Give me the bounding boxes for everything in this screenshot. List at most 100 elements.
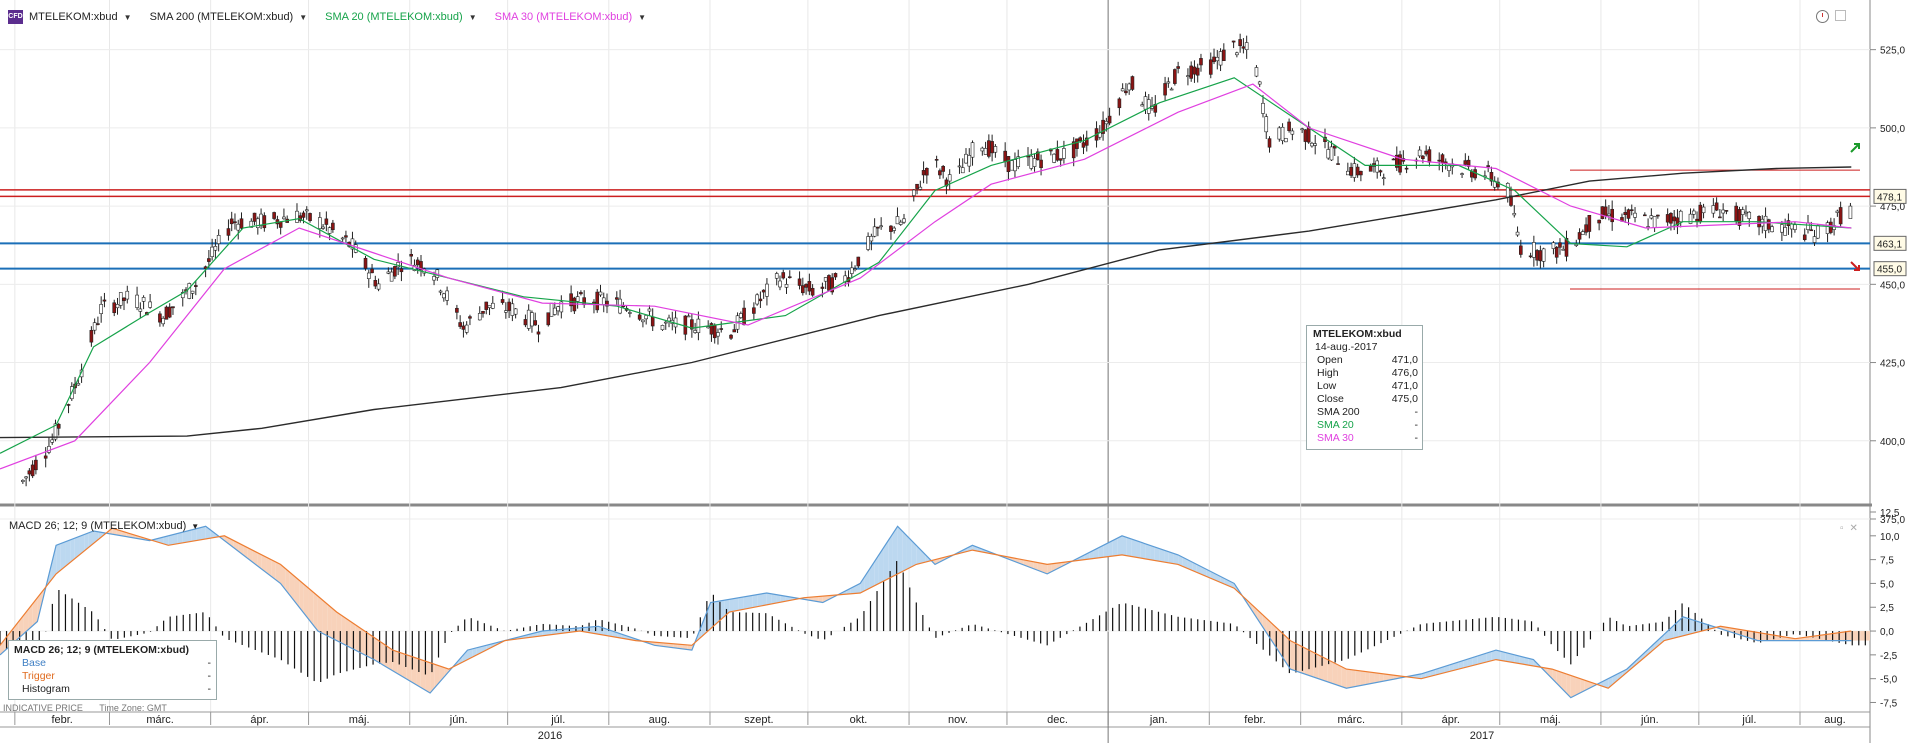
candle-body [1643, 214, 1647, 217]
macd-fill [1832, 632, 1838, 641]
candle-body [1287, 121, 1291, 131]
candle-body [112, 302, 117, 314]
candle-body [1199, 58, 1203, 66]
macd-fill [56, 543, 61, 574]
candle-body [1581, 231, 1585, 236]
candle-body [1186, 75, 1190, 77]
macd-fill [897, 526, 903, 574]
candle-body [370, 268, 374, 274]
candle-body [647, 308, 652, 312]
candle-body [308, 213, 312, 222]
candle-body [660, 325, 665, 331]
candle-body [1802, 234, 1807, 241]
tooltip-row-sma30: SMA 30- [1317, 432, 1418, 444]
chevron-down-icon[interactable]: ▼ [638, 13, 646, 22]
window-icon[interactable] [1835, 10, 1846, 21]
candle-body [1189, 65, 1193, 79]
candle-body [1437, 159, 1442, 162]
candle-body [1656, 214, 1660, 217]
chevron-down-icon[interactable]: ▼ [299, 13, 307, 22]
tooltip-date: 14-aug.-2017 [1315, 341, 1378, 353]
candle-body [1264, 116, 1269, 133]
chevron-down-icon[interactable]: ▼ [191, 522, 199, 531]
macd-fill [388, 646, 393, 671]
macd-fill [1290, 640, 1295, 671]
candle-body [1013, 159, 1017, 172]
candle-body [1009, 160, 1014, 171]
candle-body [1714, 202, 1719, 211]
candle-body [801, 285, 805, 294]
candle-body [233, 221, 237, 224]
price-type-label: INDICATIVE PRICE [3, 703, 83, 713]
macd-fill [748, 595, 753, 609]
candle-body [889, 225, 893, 232]
candle-body [1558, 242, 1562, 248]
candle-body [637, 314, 642, 320]
candle-body [1267, 138, 1272, 148]
chart-svg[interactable]: febr. márc. ápr. máj. jún. júl. aug. szept. okt.… [0, 0, 1916, 743]
candle-body [1130, 76, 1135, 90]
candle-body [967, 155, 972, 167]
candle-body [1825, 222, 1830, 234]
candle-body [1346, 170, 1350, 176]
candle-body [1649, 215, 1654, 219]
candle-body [866, 236, 870, 250]
candle-body [1770, 226, 1774, 233]
clock-icon[interactable] [1816, 10, 1829, 23]
candle-body [1734, 205, 1738, 222]
candle-body [650, 316, 655, 327]
candle-body [376, 283, 381, 290]
candle-body [898, 221, 903, 225]
price-tooltip: MTELEKOM:xbud 14-aug.-2017 Open 471,0 Hig… [1306, 325, 1423, 450]
window-icon[interactable]: ▫ [1840, 523, 1844, 534]
chevron-down-icon[interactable]: ▼ [469, 13, 477, 22]
x-month-label: ápr. [1442, 714, 1460, 726]
candle-body [778, 280, 782, 288]
macd-fill [1131, 538, 1137, 558]
candle-body [1737, 209, 1742, 226]
candle-body [1652, 216, 1657, 228]
legend-sma20[interactable]: SMA 20 (MTELEKOM:xbud) ▼ [325, 11, 476, 23]
candle-body [536, 331, 541, 335]
legend-sma200[interactable]: SMA 200 (MTELEKOM:xbud) ▼ [150, 11, 308, 23]
candle-body [1538, 250, 1543, 262]
candle-body [628, 312, 632, 314]
macd-legend[interactable]: MACD 26; 12; 9 (MTELEKOM:xbud) ▼ [9, 520, 199, 532]
candle-body [445, 290, 449, 301]
candle-body [990, 141, 994, 154]
candle-body [1463, 160, 1468, 165]
candle-body [43, 455, 48, 459]
candle-body [823, 277, 828, 282]
candle-body [1535, 250, 1539, 261]
tooltip-row-high: High 476,0 [1317, 367, 1418, 379]
candle-body [1669, 213, 1673, 224]
candle-body [1486, 165, 1490, 167]
candle-body [1809, 229, 1814, 232]
candle-body [1254, 67, 1259, 77]
x-month-label: júl. [1741, 714, 1756, 726]
legend-instrument[interactable]: MTELEKOM:xbud ▼ [29, 11, 132, 23]
chevron-down-icon[interactable]: ▼ [124, 13, 132, 22]
candle-body [272, 212, 276, 219]
macd-fill [392, 650, 398, 674]
candle-body [575, 296, 580, 302]
candle-body [1691, 210, 1696, 215]
macd-fill [355, 624, 360, 653]
macd-fill [902, 531, 907, 572]
candle-body [1584, 224, 1588, 233]
x-month-label: dec. [1047, 714, 1068, 726]
candle-body [1244, 42, 1249, 50]
x-month-label: júl. [550, 714, 565, 726]
macd-fill [1570, 675, 1576, 698]
candle-body [1039, 159, 1043, 169]
legend-sma30[interactable]: SMA 30 (MTELEKOM:xbud) ▼ [495, 11, 646, 23]
candle-body [1062, 148, 1066, 159]
close-icon[interactable]: ✕ [1850, 523, 1858, 534]
candle-body [458, 322, 462, 327]
candle-body [1326, 149, 1331, 159]
candle-body [1541, 248, 1546, 262]
macd-tools: ▫ ✕ [1840, 523, 1858, 534]
candle-body [1848, 205, 1853, 219]
macd-fill [425, 661, 431, 693]
candle-body [1740, 209, 1745, 215]
